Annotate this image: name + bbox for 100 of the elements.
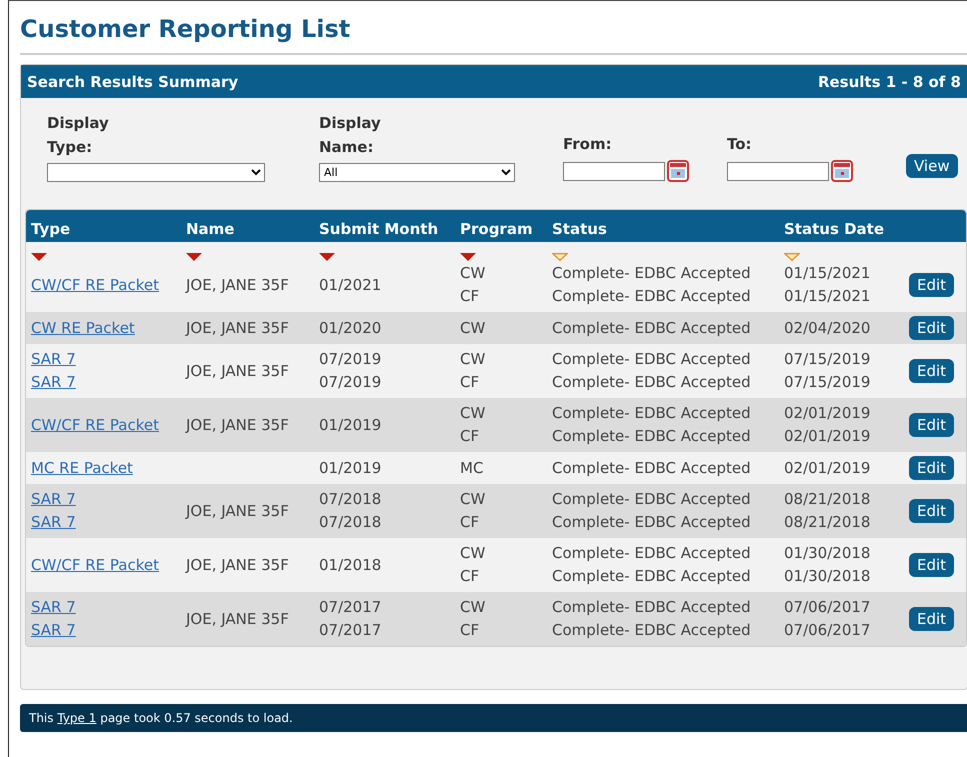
table-cell-text: 08/21/2018 (784, 512, 872, 533)
table-cell-text: CW (460, 403, 486, 424)
table-cell-text: MC (460, 458, 484, 478)
sort-arrow-icon[interactable] (31, 253, 47, 261)
type-link[interactable]: SAR 7 (31, 348, 186, 371)
table-cell-text: Complete- EDBC Accepted (552, 489, 752, 510)
column-header[interactable]: Program (460, 220, 552, 238)
edit-button[interactable]: Edit (909, 607, 954, 631)
table-cell-text: Complete- EDBC Accepted (552, 620, 752, 641)
summary-title: Search Results Summary (27, 72, 238, 90)
table-cell-text: JOE, JANE 35F (186, 360, 290, 382)
table-cell-text: 01/15/2021 (784, 286, 872, 307)
edit-button[interactable]: Edit (909, 359, 954, 383)
table-cell-text: Complete- EDBC Accepted (552, 597, 752, 618)
table-cell-text: 07/2017 (319, 620, 382, 641)
calendar-icon[interactable] (831, 160, 853, 182)
load-time-text: This Type 1 page took 0.57 seconds to load. (29, 711, 293, 725)
table-cell-text: JOE, JANE 35F (186, 554, 290, 576)
table-cell-text: JOE, JANE 35F (186, 414, 290, 436)
field-label: To: (727, 134, 753, 155)
table-cell-text: 01/30/2018 (784, 566, 872, 587)
table-cell-text: Complete- EDBC Accepted (552, 318, 752, 338)
to-date-field[interactable] (727, 162, 829, 180)
edit-button[interactable]: Edit (909, 499, 954, 523)
edit-button[interactable]: Edit (909, 413, 954, 437)
table-cell-text: 07/06/2017 (784, 620, 872, 641)
table-cell-text: 01/2020 (319, 318, 382, 338)
column-header[interactable]: Type (31, 220, 186, 238)
type-link[interactable]: CW RE Packet (31, 316, 186, 340)
calendar-icon[interactable] (667, 160, 689, 182)
table-cell-text: JOE, JANE 35F (186, 274, 290, 296)
sort-arrow-icon[interactable] (319, 253, 335, 261)
sort-arrow-icon[interactable] (460, 253, 476, 261)
column-header[interactable]: Status Date (784, 220, 909, 238)
field-label: From: (563, 134, 613, 155)
table-cell-text: 07/2019 (319, 349, 382, 370)
table-cell-text: 07/2017 (319, 597, 382, 618)
table-cell-text: CW (460, 597, 486, 618)
type-link[interactable]: MC RE Packet (31, 456, 186, 480)
view-button[interactable]: View (906, 154, 958, 178)
table-cell-text: 08/21/2018 (784, 489, 872, 510)
table-cell-text: CF (460, 286, 480, 307)
results-count: Results 1 - 8 of 8 (818, 72, 961, 90)
type-link[interactable]: CW/CF RE Packet (31, 414, 186, 436)
table-cell-text: Complete- EDBC Accepted (552, 426, 752, 447)
table-cell-text: CW (460, 489, 486, 510)
table-cell-text: Complete- EDBC Accepted (552, 566, 752, 587)
edit-button[interactable]: Edit (909, 316, 954, 340)
table-cell-text: CF (460, 426, 480, 447)
table-cell-text: Complete- EDBC Accepted (552, 512, 752, 533)
name-select[interactable]: All (319, 163, 515, 182)
table-cell-text: 01/15/2021 (784, 263, 872, 284)
type-link[interactable]: SAR 7 (31, 371, 186, 394)
type-link[interactable]: CW/CF RE Packet (31, 274, 186, 296)
table-cell-text: 02/01/2019 (784, 403, 872, 424)
table-cell-text: JOE, JANE 35F (186, 318, 290, 338)
sort-arrow-icon[interactable] (186, 253, 202, 261)
field-label: Display Name: (319, 113, 382, 158)
from-date-field[interactable] (563, 162, 665, 180)
table-cell-text: Complete- EDBC Accepted (552, 372, 752, 393)
table-cell-text: 07/15/2019 (784, 372, 872, 393)
edit-button[interactable]: Edit (909, 273, 954, 297)
table-cell-text: 02/01/2019 (784, 458, 872, 478)
table-cell-text: CF (460, 566, 480, 587)
table-cell-text: 02/01/2019 (784, 426, 872, 447)
type-link[interactable]: Type 1 (57, 711, 96, 725)
table-cell-text: 01/2018 (319, 554, 382, 576)
table-cell-text: Complete- EDBC Accepted (552, 286, 752, 307)
table-cell-text: Complete- EDBC Accepted (552, 403, 752, 424)
type-link[interactable]: SAR 7 (31, 488, 186, 511)
table-cell-text: CW (460, 318, 486, 338)
type-link[interactable]: SAR 7 (31, 619, 186, 642)
type-select[interactable] (47, 163, 265, 182)
edit-button[interactable]: Edit (909, 553, 954, 577)
table-cell-text: JOE, JANE 35F (186, 608, 290, 630)
type-link[interactable]: SAR 7 (31, 596, 186, 619)
table-cell-text: 01/2019 (319, 458, 382, 478)
table-cell-text: CF (460, 620, 480, 641)
column-header[interactable]: Name (186, 220, 319, 238)
table-cell-text: 07/15/2019 (784, 349, 872, 370)
table-cell-text: Complete- EDBC Accepted (552, 349, 752, 370)
table-cell-text: CF (460, 372, 480, 393)
edit-button[interactable]: Edit (909, 456, 954, 480)
column-header[interactable]: Status (552, 220, 784, 238)
field-label: Display Type: (47, 113, 110, 158)
table-cell-text: 07/2019 (319, 372, 382, 393)
table-cell-text: JOE, JANE 35F (186, 500, 290, 522)
table-cell-text: 01/2019 (319, 414, 382, 436)
table-cell-text: Complete- EDBC Accepted (552, 458, 752, 478)
table-cell-text: CF (460, 512, 480, 533)
column-header[interactable]: Submit Month (319, 220, 460, 238)
table-cell-text: 07/06/2017 (784, 597, 872, 618)
table-cell-text: 07/2018 (319, 489, 382, 510)
table-cell-text: 01/30/2018 (784, 543, 872, 564)
table-cell-text: Complete- EDBC Accepted (552, 263, 752, 284)
type-link[interactable]: CW/CF RE Packet (31, 554, 186, 576)
table-cell-text: 07/2018 (319, 512, 382, 533)
type-link[interactable]: SAR 7 (31, 511, 186, 534)
table-cell-text: Complete- EDBC Accepted (552, 543, 752, 564)
table-cell-text: CW (460, 543, 486, 564)
